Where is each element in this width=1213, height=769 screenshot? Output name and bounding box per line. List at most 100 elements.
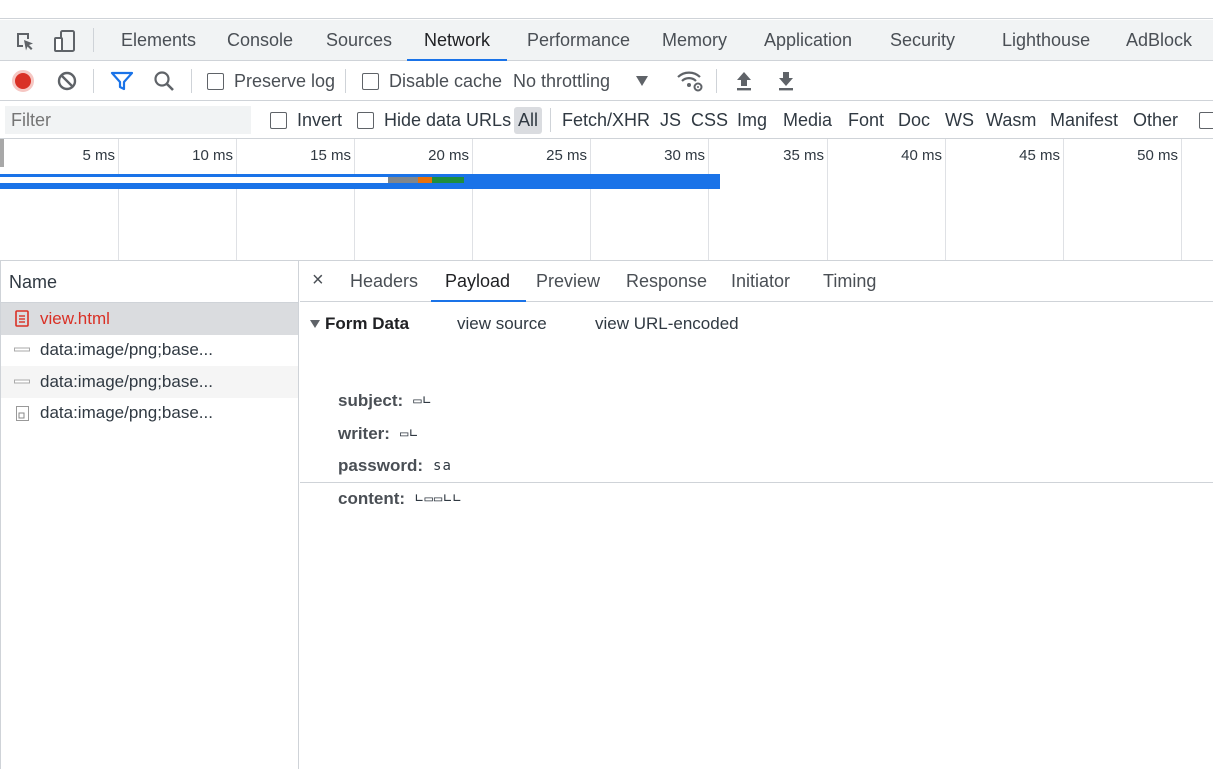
tab-adblock[interactable]: AdBlock xyxy=(1126,20,1192,60)
view-source-button[interactable]: view source xyxy=(457,314,547,334)
toolbar-separator xyxy=(345,69,346,93)
form-field-row: content: ∟▭▭∟∟ xyxy=(338,489,462,509)
gridline xyxy=(1063,139,1064,260)
import-har-button[interactable] xyxy=(734,61,754,101)
tab-response[interactable]: Response xyxy=(626,261,707,301)
preserve-log-label: Preserve log xyxy=(234,70,336,91)
invert-box[interactable] xyxy=(270,111,287,129)
view-url-encoded-button[interactable]: view URL-encoded xyxy=(595,314,739,334)
blocked-requests-checkbox[interactable] xyxy=(1199,101,1213,139)
type-filter-wasm[interactable]: Wasm xyxy=(986,107,1036,134)
type-filter-doc[interactable]: Doc xyxy=(898,107,930,134)
tab-performance[interactable]: Performance xyxy=(527,20,630,60)
hide-data-urls-checkbox[interactable]: Hide data URLs xyxy=(357,101,511,139)
request-name: data:image/png;base... xyxy=(40,371,213,391)
type-filter-all[interactable]: All xyxy=(514,107,543,134)
gridline xyxy=(945,139,946,260)
type-filter-other[interactable]: Other xyxy=(1133,107,1178,134)
type-filter-media[interactable]: Media xyxy=(783,107,832,134)
request-row[interactable]: view.html xyxy=(1,303,298,335)
tab-lighthouse[interactable]: Lighthouse xyxy=(1002,20,1090,60)
type-filter-font[interactable]: Font xyxy=(848,107,884,134)
type-filter-manifest[interactable]: Manifest xyxy=(1050,107,1118,134)
tab-initiator[interactable]: Initiator xyxy=(731,261,790,301)
device-toolbar-icon[interactable] xyxy=(53,30,77,52)
type-filter-js[interactable]: JS xyxy=(660,107,681,134)
gridline xyxy=(1181,139,1182,260)
gridline xyxy=(827,139,828,260)
devtools-tab-bar: Elements Console Sources Network Perform… xyxy=(0,20,1213,61)
export-har-button[interactable] xyxy=(776,61,796,101)
name-column-header[interactable]: Name xyxy=(1,261,298,303)
request-detail-pane: × Headers Payload Preview Response Initi… xyxy=(300,261,1213,769)
gridline xyxy=(472,139,473,260)
toolbar-separator xyxy=(93,69,94,93)
record-button[interactable] xyxy=(12,61,34,101)
image-icon xyxy=(14,374,30,390)
throttling-value: No throttling xyxy=(513,70,611,91)
search-button[interactable] xyxy=(153,61,175,101)
document-icon xyxy=(14,310,30,328)
throttling-select[interactable]: No throttling xyxy=(513,61,649,101)
filter-toggle-button[interactable] xyxy=(110,61,134,101)
type-filter-img[interactable]: Img xyxy=(737,107,767,134)
download-icon xyxy=(779,72,793,91)
tick-label: 15 ms xyxy=(310,147,351,164)
request-row[interactable]: data:image/png;base... xyxy=(1,366,298,398)
disable-cache-checkbox[interactable]: Disable cache xyxy=(362,61,502,101)
inspect-element-icon[interactable] xyxy=(13,30,37,52)
tab-network[interactable]: Network xyxy=(406,20,508,61)
network-conditions-button[interactable] xyxy=(676,61,704,101)
request-row[interactable]: data:image/png;base... xyxy=(1,335,298,367)
tick-label: 30 ms xyxy=(664,147,705,164)
disable-cache-box[interactable] xyxy=(362,72,379,90)
type-filter-ws[interactable]: WS xyxy=(945,107,974,134)
tab-sources[interactable]: Sources xyxy=(326,20,392,60)
tick-label: 10 ms xyxy=(192,147,233,164)
clear-icon xyxy=(57,71,77,91)
clear-button[interactable] xyxy=(56,61,78,101)
tab-memory[interactable]: Memory xyxy=(662,20,727,60)
hide-data-urls-label: Hide data URLs xyxy=(384,109,512,130)
type-filter-css[interactable]: CSS xyxy=(691,107,728,134)
tab-timing[interactable]: Timing xyxy=(823,261,876,301)
timeline-overview[interactable]: 5 ms 10 ms 15 ms 20 ms 25 ms 30 ms 35 ms… xyxy=(0,139,1213,261)
tick-label: 5 ms xyxy=(82,147,115,164)
request-row[interactable]: data:image/png;base... xyxy=(1,398,298,430)
record-icon xyxy=(12,70,34,92)
chevron-down-icon xyxy=(636,76,649,86)
disable-cache-label: Disable cache xyxy=(389,70,503,91)
form-data-toggle[interactable]: Form Data xyxy=(310,314,409,334)
tab-headers[interactable]: Headers xyxy=(350,261,418,301)
tabbar-separator xyxy=(93,28,94,52)
tick-label: 25 ms xyxy=(546,147,587,164)
tab-application[interactable]: Application xyxy=(764,20,852,60)
network-toolbar: Preserve log Disable cache No throttling xyxy=(0,61,1213,101)
type-filter-fetch-xhr[interactable]: Fetch/XHR xyxy=(562,107,650,134)
tab-console[interactable]: Console xyxy=(227,20,293,60)
waterfall-bar-stalled xyxy=(388,177,418,183)
tick-label: 40 ms xyxy=(901,147,942,164)
hide-data-urls-box[interactable] xyxy=(357,111,374,129)
form-field-value: sa xyxy=(433,458,452,474)
overview-range-handle[interactable] xyxy=(0,139,4,167)
form-field-row: writer: ▭∟ xyxy=(338,424,419,444)
request-name: data:image/png;base... xyxy=(40,403,213,423)
close-icon[interactable]: × xyxy=(312,269,324,292)
form-field-value: ∟▭▭∟∟ xyxy=(415,491,463,507)
toolbar-separator xyxy=(716,69,717,93)
tick-label: 50 ms xyxy=(1137,147,1178,164)
filter-input[interactable] xyxy=(5,106,251,134)
invert-checkbox[interactable]: Invert xyxy=(270,101,342,139)
preserve-log-box[interactable] xyxy=(207,72,224,90)
tab-security[interactable]: Security xyxy=(890,20,955,60)
form-field-value: ▭∟ xyxy=(413,393,433,409)
tick-label: 20 ms xyxy=(428,147,469,164)
tab-elements[interactable]: Elements xyxy=(121,20,196,60)
tick-label: 35 ms xyxy=(783,147,824,164)
blocked-requests-box[interactable] xyxy=(1199,111,1213,129)
preserve-log-checkbox[interactable]: Preserve log xyxy=(207,61,335,101)
tab-preview[interactable]: Preview xyxy=(536,261,600,301)
search-icon xyxy=(154,71,174,91)
tab-payload[interactable]: Payload xyxy=(430,261,527,302)
